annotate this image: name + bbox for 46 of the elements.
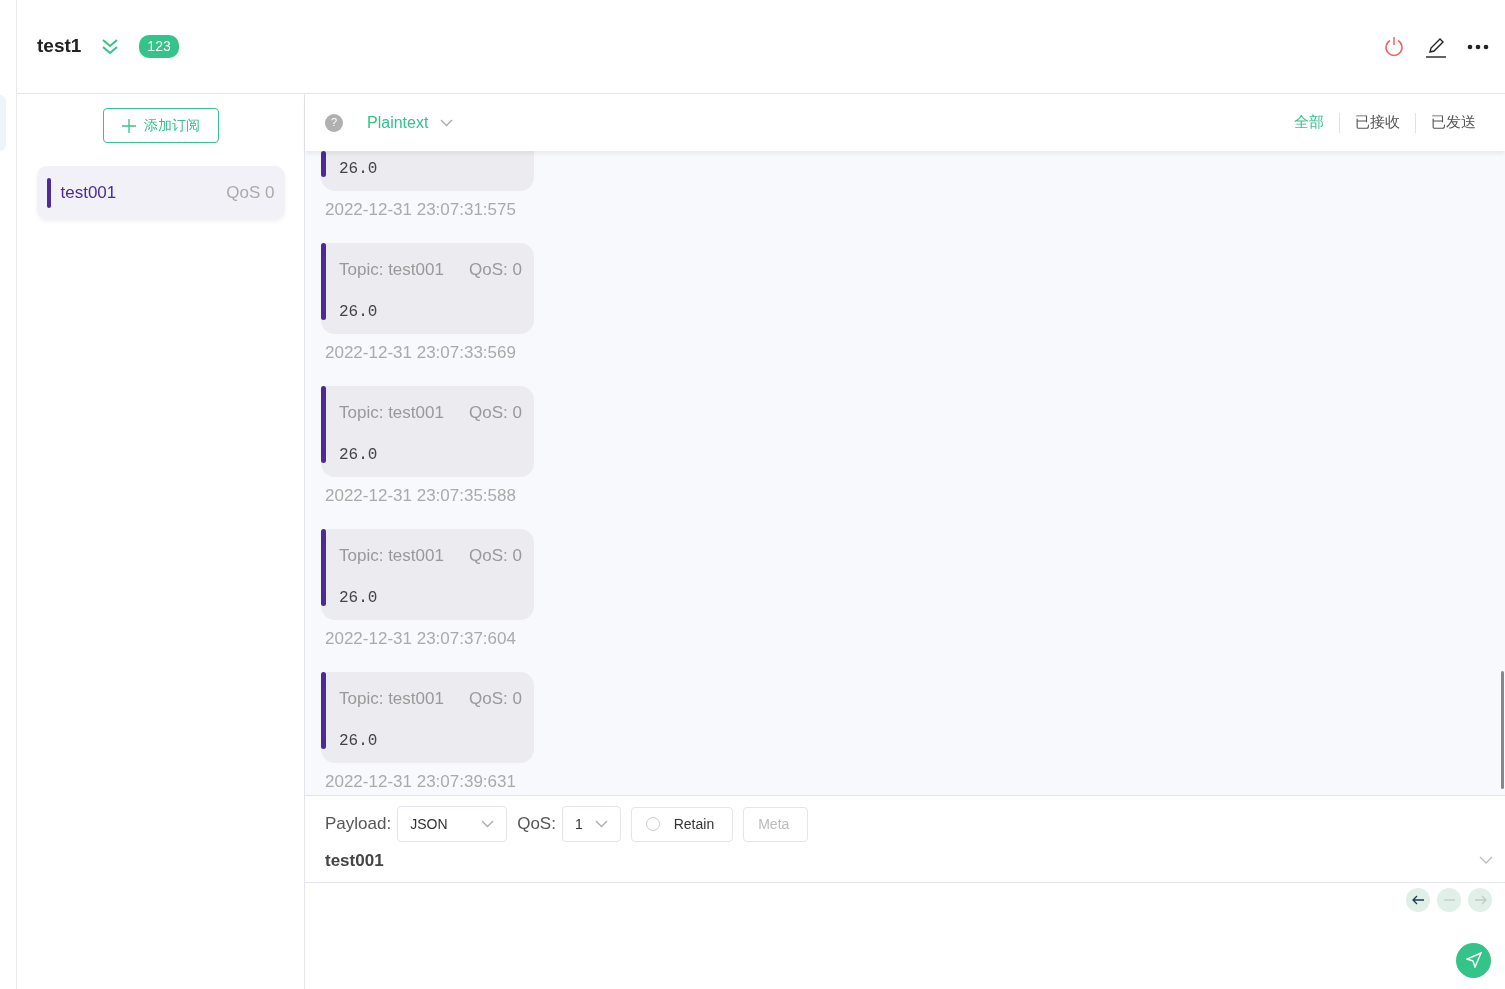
message-payload: 26.0	[339, 731, 379, 752]
payload-format-select[interactable]: JSON	[397, 806, 508, 842]
accent-bar	[321, 151, 326, 177]
qos-label: QoS:	[517, 813, 556, 836]
chevron-down-icon	[594, 820, 608, 828]
chevron-down-icon	[440, 118, 454, 127]
message-time: 2022-12-31 23:07:33:569	[325, 342, 517, 364]
message-count-badge: 123	[139, 35, 179, 58]
message-payload: 26.0	[339, 302, 379, 323]
filter-tab[interactable]: 已接收	[1340, 111, 1415, 134]
message-qos: QoS: 0	[469, 687, 522, 710]
message-topic: Topic: test001	[339, 401, 444, 424]
chevron-down-icon	[481, 820, 495, 828]
back-arrow-icon	[1411, 893, 1425, 906]
message-qos: QoS: 0	[469, 544, 522, 567]
message-topic: Topic: test001	[339, 258, 444, 281]
topic-input[interactable]: test001	[325, 848, 384, 874]
power-icon[interactable]	[1383, 35, 1405, 58]
message-payload: 26.0	[339, 159, 379, 180]
payload-label: Payload:	[325, 813, 392, 836]
message-time: 2022-12-31 23:07:37:604	[325, 628, 517, 650]
message-qos: QoS: 0	[469, 258, 522, 281]
double-chevron-icon[interactable]	[101, 37, 120, 56]
scrollbar[interactable]	[1501, 671, 1504, 789]
subscription-qos: QoS 0	[226, 182, 275, 205]
back-arrow-button[interactable]	[1406, 887, 1430, 912]
plus-icon	[121, 118, 136, 133]
send-icon	[1465, 952, 1482, 968]
connection-title: test1	[37, 34, 82, 59]
subscription-topic: test001	[60, 182, 118, 205]
filter-tab[interactable]: 已发送	[1416, 111, 1491, 134]
message-qos: QoS: 0	[469, 401, 522, 424]
message-time: 2022-12-31 23:07:39:631	[325, 771, 517, 793]
message-time: 2022-12-31 23:07:31:575	[325, 199, 517, 221]
message-payload: 26.0	[339, 588, 379, 609]
chevron-down-icon[interactable]	[1479, 856, 1493, 866]
subscription-item[interactable]: test001 QoS 0	[36, 166, 285, 220]
send-button[interactable]	[1456, 942, 1491, 978]
message-topic: Topic: test001	[339, 687, 444, 710]
message-payload: 26.0	[339, 445, 379, 466]
message-topic: Topic: test001	[339, 544, 444, 567]
qos-select[interactable]: 1	[561, 806, 621, 842]
more-icon[interactable]	[1467, 43, 1489, 50]
retain-toggle[interactable]: Retain	[630, 806, 734, 842]
message-time: 2022-12-31 23:07:35:588	[325, 485, 517, 507]
forward-arrow-icon	[1473, 893, 1487, 906]
